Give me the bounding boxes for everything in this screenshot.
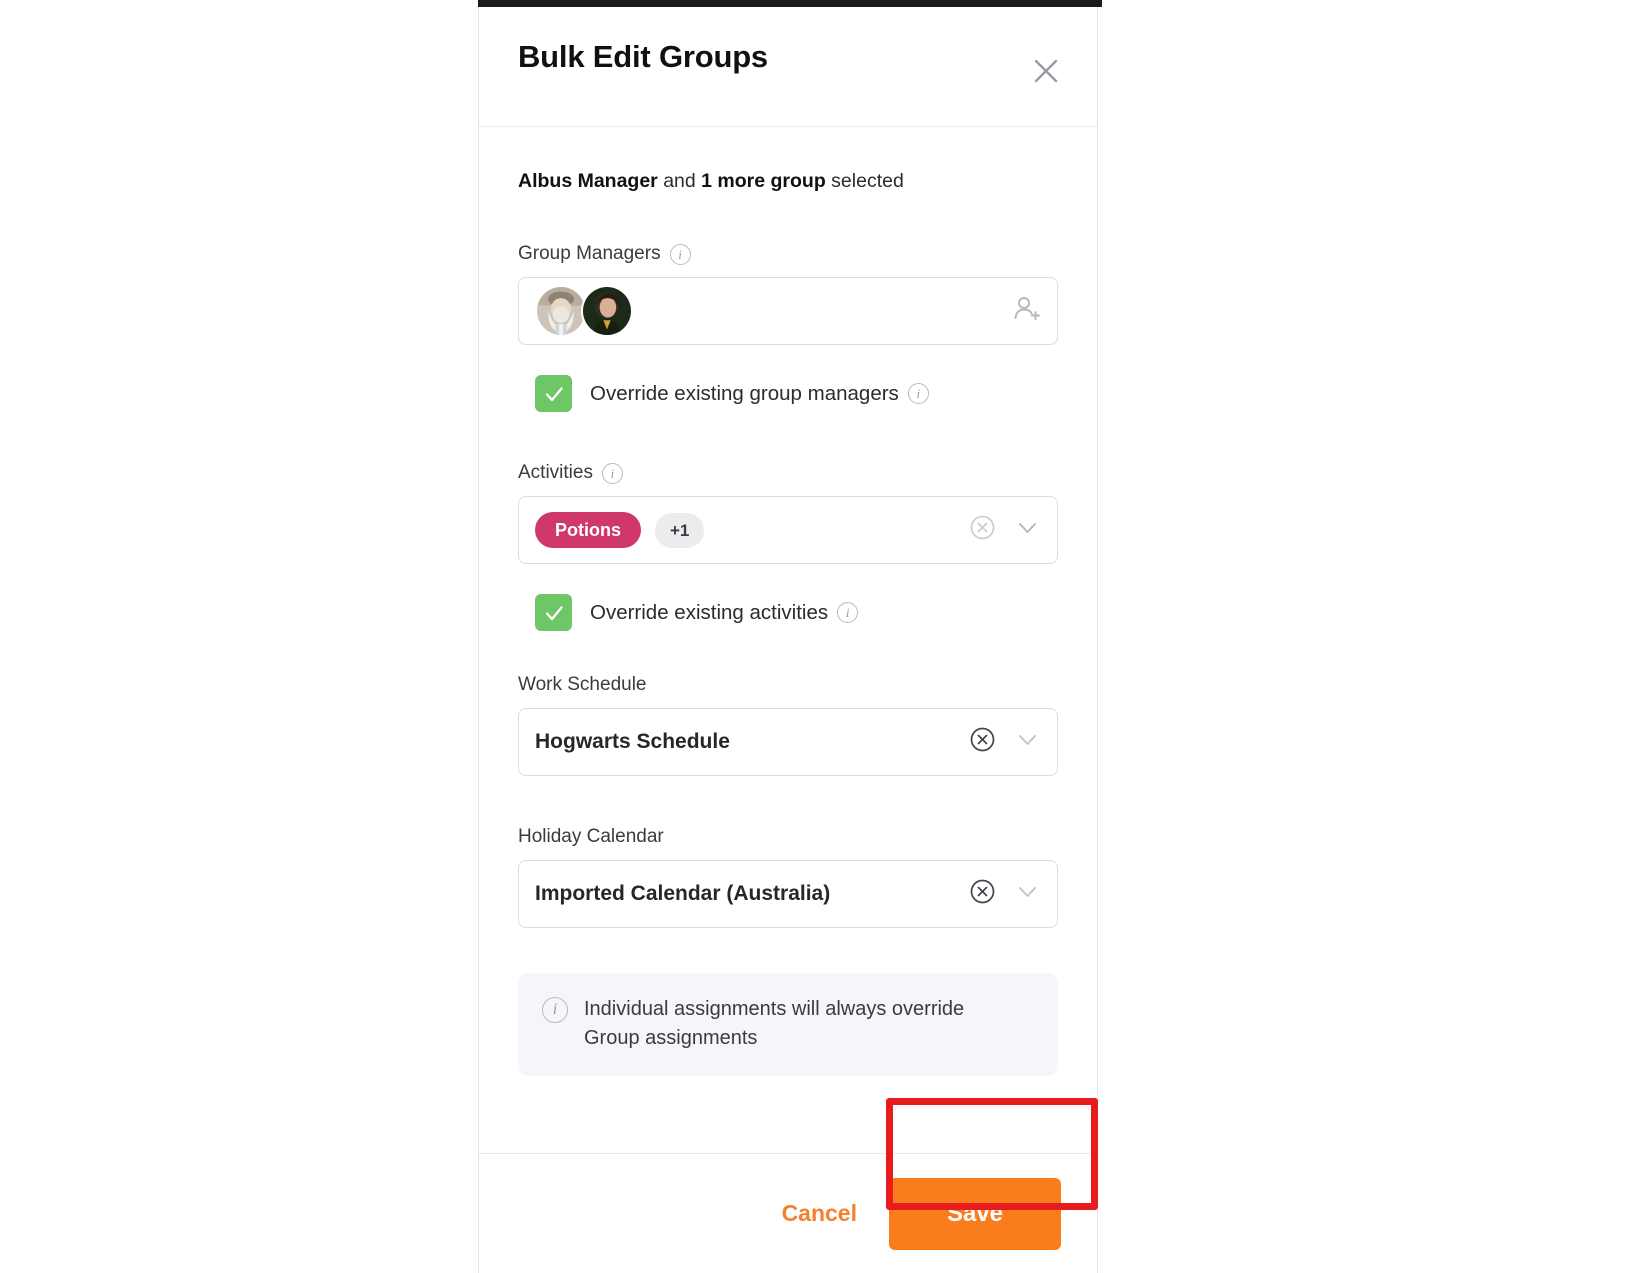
- holiday-calendar-value: Imported Calendar (Australia): [535, 882, 831, 906]
- work-schedule-actions: [969, 726, 1041, 758]
- chevron-down-icon[interactable]: [1014, 726, 1041, 758]
- selection-suffix: selected: [825, 170, 904, 192]
- avatar-manager[interactable]: [581, 285, 633, 338]
- info-icon[interactable]: i: [601, 462, 623, 484]
- info-icon[interactable]: i: [669, 243, 691, 265]
- holiday-calendar-label: Holiday Calendar: [518, 826, 1058, 848]
- group-managers-label: Group Managers i: [518, 243, 1058, 265]
- work-schedule-label-text: Work Schedule: [518, 674, 647, 696]
- activities-select[interactable]: Potions +1: [518, 496, 1058, 565]
- group-managers-label-text: Group Managers: [518, 243, 661, 265]
- override-group-managers-text: Override existing group managers: [590, 381, 899, 405]
- info-icon: i: [542, 997, 568, 1024]
- chevron-down-icon[interactable]: [1014, 514, 1041, 546]
- holiday-calendar-select[interactable]: Imported Calendar (Australia): [518, 860, 1058, 929]
- activities-actions: [969, 514, 1041, 546]
- modal-footer: Cancel Save: [479, 1153, 1097, 1273]
- override-activities-text: Override existing activities: [590, 600, 829, 624]
- browser-chrome-strip: [478, 0, 1102, 7]
- selection-conjunction: and: [657, 170, 702, 192]
- clear-circle-icon[interactable]: [969, 878, 996, 910]
- override-group-managers-label: Override existing group managers i: [590, 382, 929, 406]
- add-person-icon[interactable]: [1011, 294, 1041, 329]
- avatar-albus[interactable]: [535, 285, 587, 338]
- selected-group-name: Albus Manager: [518, 170, 658, 192]
- override-activities-checkbox[interactable]: [535, 594, 572, 632]
- screenshot-root: Bulk Edit Groups Albus Manager and 1 mor…: [0, 0, 1637, 1273]
- group-managers-input[interactable]: [518, 277, 1058, 346]
- work-schedule-label: Work Schedule: [518, 674, 1058, 696]
- save-button[interactable]: Save: [889, 1177, 1061, 1250]
- modal-header: Bulk Edit Groups: [479, 7, 1097, 127]
- activity-tag-potions[interactable]: Potions: [535, 512, 641, 549]
- page-title: Bulk Edit Groups: [518, 39, 768, 74]
- override-group-managers-row[interactable]: Override existing group managers i: [535, 375, 1058, 413]
- group-managers-avatars: [535, 285, 633, 338]
- info-icon[interactable]: i: [907, 383, 929, 405]
- modal-body: Albus Manager and 1 more group selected …: [479, 127, 1097, 1273]
- override-group-managers-checkbox[interactable]: [535, 375, 572, 413]
- group-managers-actions: [1011, 294, 1041, 329]
- selection-summary: Albus Manager and 1 more group selected: [518, 170, 1058, 193]
- activities-label: Activities i: [518, 462, 1058, 484]
- holiday-calendar-label-text: Holiday Calendar: [518, 826, 664, 848]
- holiday-calendar-actions: [969, 878, 1041, 910]
- chevron-down-icon[interactable]: [1014, 878, 1041, 910]
- info-callout: i Individual assignments will always ove…: [518, 973, 1058, 1077]
- clear-circle-icon[interactable]: [969, 514, 996, 546]
- close-icon[interactable]: [1026, 51, 1066, 91]
- cancel-button[interactable]: Cancel: [776, 1190, 863, 1237]
- selected-more-count: 1 more group: [701, 170, 826, 192]
- clear-circle-icon[interactable]: [969, 726, 996, 758]
- info-callout-text: Individual assignments will always overr…: [584, 998, 965, 1049]
- info-icon[interactable]: i: [837, 602, 859, 624]
- bulk-edit-groups-modal: Bulk Edit Groups Albus Manager and 1 mor…: [478, 7, 1098, 1273]
- override-activities-label: Override existing activities i: [590, 600, 859, 625]
- activities-label-text: Activities: [518, 462, 593, 484]
- work-schedule-value: Hogwarts Schedule: [535, 730, 730, 754]
- override-activities-row[interactable]: Override existing activities i: [535, 594, 1058, 632]
- activity-tag-more-count[interactable]: +1: [655, 512, 705, 548]
- work-schedule-select[interactable]: Hogwarts Schedule: [518, 708, 1058, 777]
